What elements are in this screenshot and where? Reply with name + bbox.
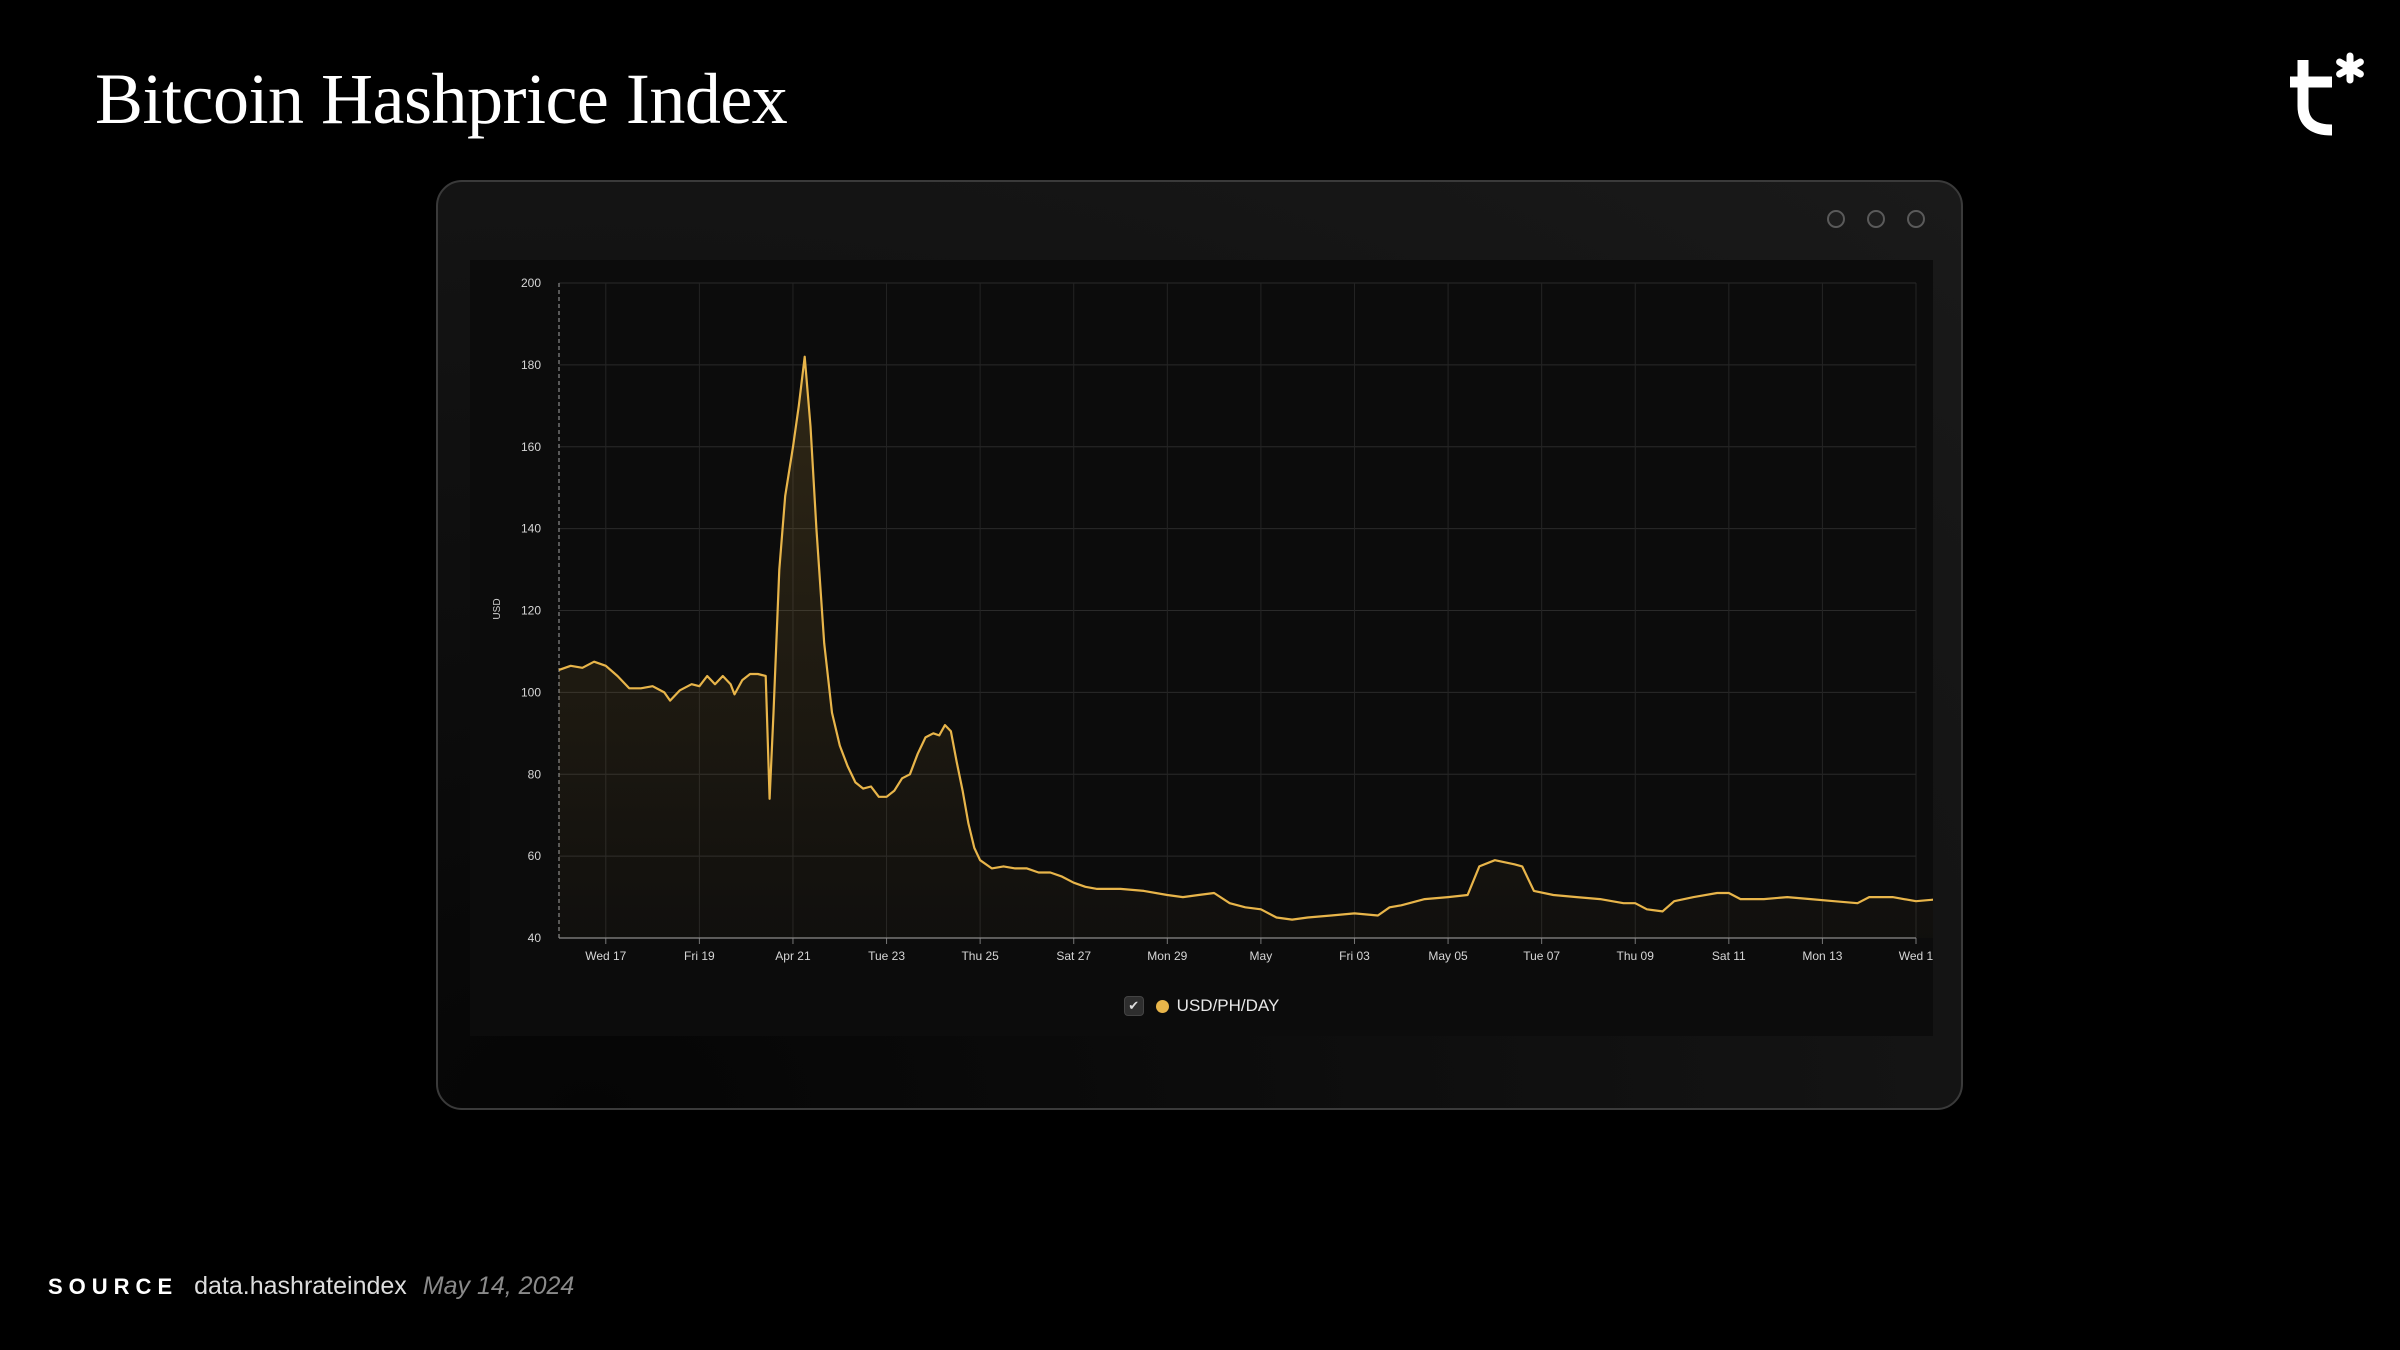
window-control-icon[interactable]: [1827, 210, 1845, 228]
x-tick-label: Thu 09: [1617, 949, 1655, 963]
y-tick-label: 100: [521, 685, 541, 699]
hashprice-chart: 40 60 80 100 120 140 160 180 200 Wed 17 Fri 19 Apr …: [492, 276, 1933, 963]
y-tick-label: 60: [528, 849, 542, 863]
chart-legend[interactable]: ✔ USD/PH/DAY: [470, 991, 1933, 1021]
y-tick-label: 120: [521, 604, 541, 618]
chart-panel: 40 60 80 100 120 140 160 180 200 Wed 17 Fri 19 Apr …: [470, 260, 1933, 1036]
y-axis-label: USD: [492, 598, 503, 619]
x-tick-label: May 05: [1428, 949, 1468, 963]
y-tick-label: 160: [521, 440, 541, 454]
source-line: SOURCE data.hashrateindex May 14, 2024: [48, 1272, 574, 1301]
x-tick-label: Mon 29: [1147, 949, 1187, 963]
tether-asterisk-logo-icon: [2290, 52, 2364, 136]
x-tick-label: Tue 07: [1523, 949, 1560, 963]
source-date: May 14, 2024: [422, 1272, 575, 1300]
page-title: Bitcoin Hashprice Index: [95, 59, 788, 139]
x-tick-label: Mon 13: [1802, 949, 1842, 963]
source-site[interactable]: data.hashrateindex: [194, 1272, 407, 1301]
y-tick-label: 80: [528, 767, 542, 781]
x-tick-label: May: [1250, 949, 1273, 963]
x-tick-label: Wed 17: [585, 949, 626, 963]
source-key: SOURCE: [48, 1274, 179, 1299]
legend-toggle-checkbox[interactable]: ✔: [1123, 996, 1144, 1016]
legend-label[interactable]: USD/PH/DAY: [1177, 996, 1280, 1016]
y-tick-label: 140: [521, 522, 541, 536]
y-tick-label: 40: [528, 931, 542, 945]
x-tick-label: Wed 1: [1899, 949, 1933, 963]
series-layer: [558, 355, 1933, 938]
x-tick-label: Fri 19: [684, 949, 715, 963]
x-tick-label: Sat 27: [1056, 949, 1091, 963]
window-control-icon[interactable]: [1867, 210, 1885, 228]
series-area: [559, 356, 1933, 938]
window-control-icon[interactable]: [1907, 210, 1925, 228]
y-tick-label: 200: [521, 276, 541, 290]
device-frame: 40 60 80 100 120 140 160 180 200 Wed 17 Fri 19 Apr …: [436, 180, 1963, 1110]
x-tick-label: Fri 03: [1339, 949, 1370, 963]
x-tick-label: Sat 11: [1712, 949, 1746, 963]
x-tick-label: Tue 23: [868, 949, 905, 963]
y-tick-label: 180: [521, 358, 541, 372]
legend-swatch: [1155, 999, 1169, 1013]
x-tick-label: Apr 21: [775, 949, 811, 963]
x-tick-label: Thu 25: [961, 949, 999, 963]
